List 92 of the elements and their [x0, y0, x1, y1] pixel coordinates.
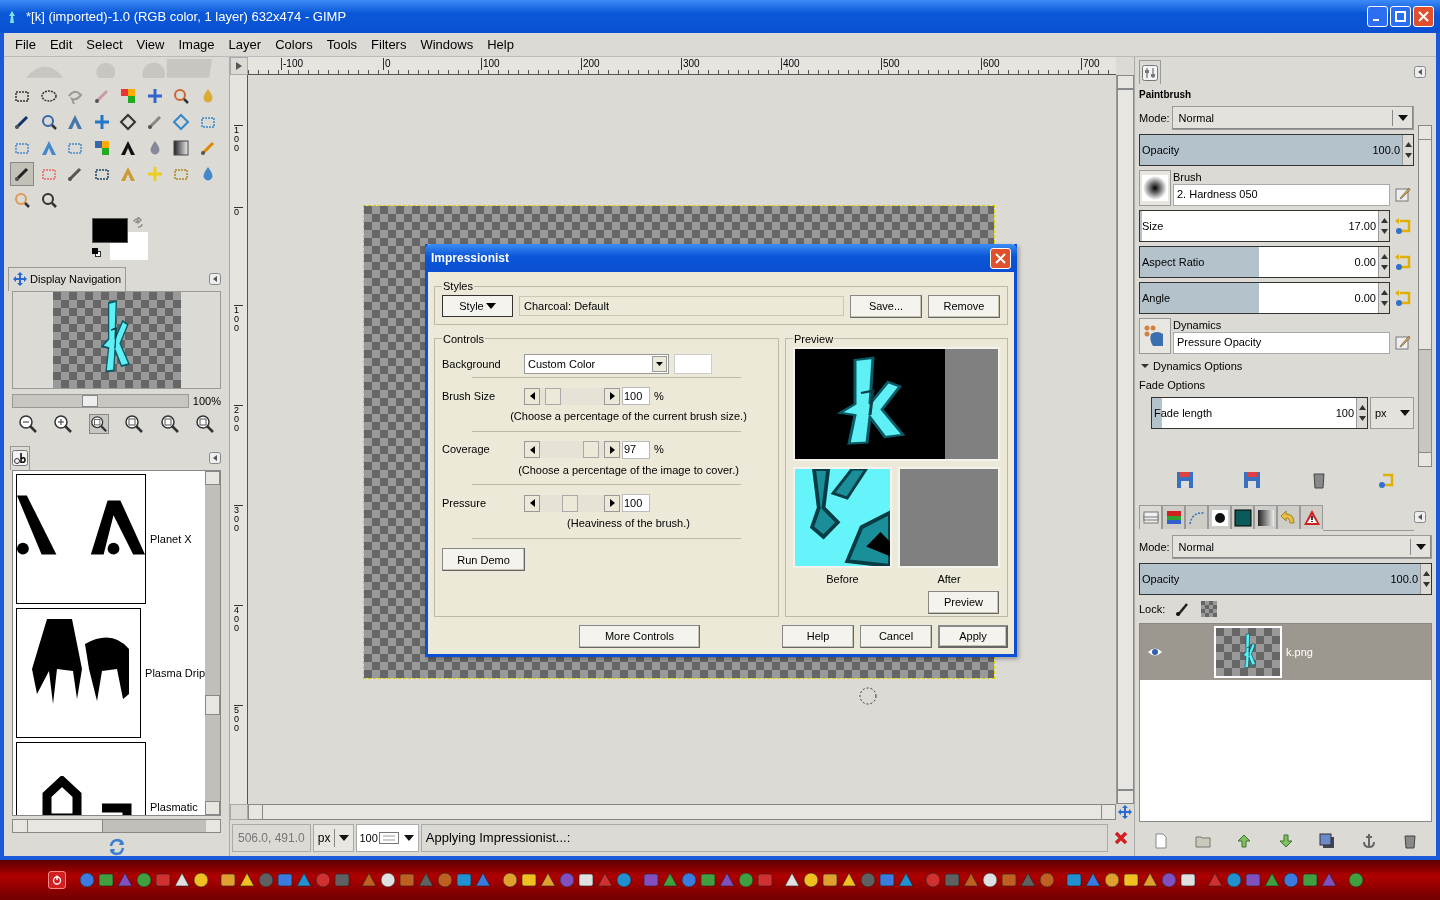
remove-button[interactable]: Remove — [928, 294, 1000, 318]
run-demo-button[interactable]: Run Demo — [442, 548, 525, 572]
slider-value-field[interactable]: 100 — [622, 494, 650, 512]
slider-hint: (Choose a percentage of the current brush size.) — [509, 409, 748, 424]
ruler-label: 700 — [1081, 58, 1100, 70]
ruler-label: 0 — [234, 207, 243, 217]
scale-label: Fade length — [1153, 405, 1213, 421]
ruler-label: 300 — [681, 58, 700, 70]
navigation-tab[interactable]: Display Navigation — [8, 266, 127, 291]
ruler-label: 200 — [234, 405, 243, 433]
menu-item[interactable]: Edit — [42, 34, 80, 55]
style-menu-button[interactable]: Style — [442, 295, 513, 317]
slider-value-field[interactable]: 97 — [622, 440, 650, 459]
menu-item[interactable]: Tools — [319, 34, 365, 55]
menu-item[interactable]: Select — [79, 34, 130, 55]
slider-label: Brush Size — [442, 388, 497, 404]
tool-options-title: Paintbrush — [1139, 88, 1193, 102]
before-label: Before — [825, 572, 860, 587]
slider-label: Pressure — [442, 495, 488, 511]
font-name[interactable]: Plasma Drip — [145, 664, 205, 682]
group-label: Controls — [442, 331, 485, 347]
pointer-coordinates: 506.0, 491.0 — [232, 824, 311, 852]
scale-label: Opacity — [1141, 142, 1180, 158]
menu-item[interactable]: Windows — [413, 34, 481, 55]
slider-hint: (Choose a percentage of the image to cover.) — [517, 462, 740, 478]
slider-hint: (Heaviness of the brush.) — [566, 516, 691, 531]
font-name[interactable]: Planet X — [150, 530, 192, 548]
apply-button[interactable]: Apply — [938, 624, 1008, 648]
mode-dropdown[interactable]: Normal — [1171, 106, 1414, 130]
style-name-field[interactable]: Charcoal: Default — [519, 296, 844, 316]
after-label: After — [936, 572, 962, 587]
more-controls-button[interactable]: More Controls — [579, 624, 700, 648]
fade-options-label: Fade Options — [1139, 377, 1207, 393]
layer-name: k.png — [1286, 644, 1313, 660]
zoom-dropdown[interactable]: 100 — [356, 824, 419, 852]
window-title: *[k] (imported)-1.0 (RGB color, 1 layer) 632x474 - GIMP — [26, 7, 348, 26]
dynamics-name-field[interactable]: Pressure Opacity — [1173, 331, 1390, 354]
scale-label: Size — [1141, 218, 1164, 234]
ruler-label: 200 — [581, 58, 600, 70]
scale-label: Aspect Ratio — [1141, 254, 1205, 270]
slider-label: Coverage — [442, 442, 491, 458]
menu-item[interactable]: View — [129, 34, 172, 55]
slider-value-field[interactable]: 100 — [622, 387, 650, 405]
background-dropdown[interactable]: Custom Color — [524, 354, 669, 374]
ruler-label: 300 — [234, 505, 243, 533]
ruler-label: 500 — [234, 705, 243, 733]
menu-item[interactable]: Image — [171, 34, 222, 55]
ruler-label: -100 — [281, 58, 303, 70]
font-name[interactable]: Plasmatic — [150, 798, 198, 815]
status-message: Applying Impressionist...: — [420, 824, 1108, 852]
dynamics-label: Dynamics — [1173, 318, 1223, 332]
unit-dropdown[interactable]: px — [1370, 397, 1414, 429]
lock-label: Lock: — [1139, 601, 1166, 617]
ruler-label: 600 — [981, 58, 1000, 70]
mode-label: Mode: — [1139, 539, 1170, 555]
scale-label: Opacity — [1141, 571, 1180, 587]
unit-label: % — [654, 442, 664, 458]
save-button[interactable]: Save... — [850, 294, 922, 318]
brush-name-field[interactable]: 2. Hardness 050 — [1173, 183, 1390, 206]
dynamics-options-expander[interactable]: Dynamics Options — [1139, 358, 1414, 375]
menu-item[interactable]: Layer — [221, 34, 269, 55]
scale-value: 100 — [1335, 405, 1355, 421]
scale-value: 100.0 — [1390, 571, 1419, 587]
ruler-label: 400 — [234, 605, 243, 633]
unit-dropdown[interactable]: px — [312, 824, 355, 852]
background-label: Background — [442, 356, 502, 372]
menu-item[interactable]: Colors — [268, 34, 320, 55]
scale-value: 17.00 — [1348, 218, 1377, 234]
scale-value: 0.00 — [1354, 290, 1377, 306]
menu-item[interactable]: Help — [480, 34, 521, 55]
scale-value: 0.00 — [1354, 254, 1377, 270]
scale-label: Angle — [1141, 290, 1171, 306]
cancel-button[interactable]: Cancel — [860, 624, 932, 648]
menu-item[interactable]: Filters — [364, 34, 414, 55]
zoom-percent: 100% — [192, 393, 221, 409]
ruler-label: 400 — [781, 58, 800, 70]
ruler-label: 100 — [481, 58, 500, 70]
ruler-label: 0 — [383, 58, 391, 70]
ruler-label: 500 — [881, 58, 900, 70]
mode-dropdown[interactable]: Normal — [1171, 535, 1432, 559]
dialog-title: Impressionist — [431, 250, 511, 267]
group-label: Preview — [793, 331, 835, 347]
scale-value: 100.0 — [1372, 142, 1401, 158]
brush-label: Brush — [1173, 170, 1203, 184]
preview-button[interactable]: Preview — [928, 590, 999, 614]
ruler-label: 100 — [234, 305, 243, 333]
unit-label: % — [654, 388, 664, 404]
menu-item[interactable]: File — [8, 34, 43, 55]
ruler-label: 100 — [234, 125, 243, 153]
mode-label: Mode: — [1139, 110, 1170, 126]
help-button[interactable]: Help — [782, 624, 854, 648]
group-label: Styles — [442, 279, 474, 294]
